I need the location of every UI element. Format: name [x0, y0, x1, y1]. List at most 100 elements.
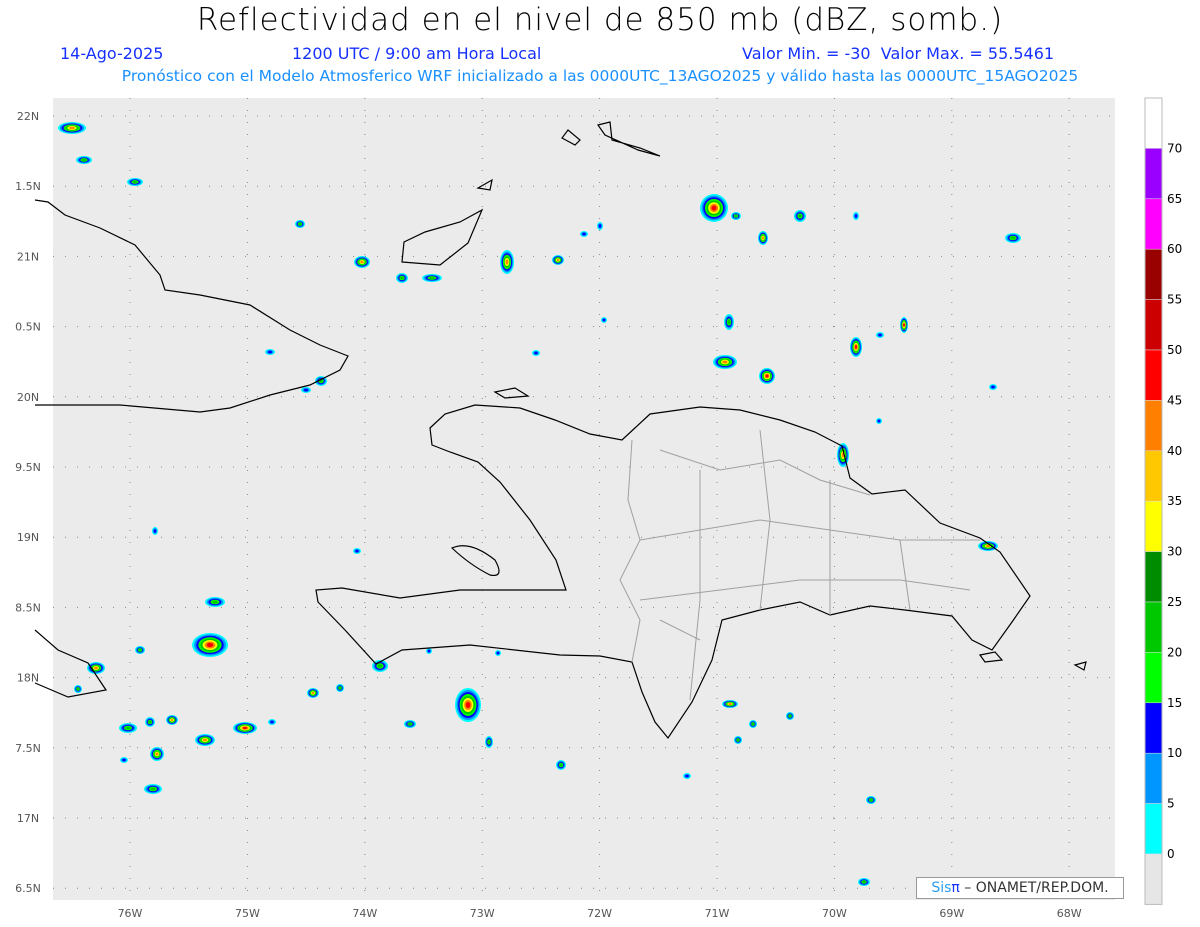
colorbar-label: 45: [1167, 393, 1182, 407]
colorbar-label: 5: [1167, 797, 1175, 811]
echo-cell: [408, 722, 412, 726]
colorbar-swatch: [1144, 652, 1163, 704]
echo-cell: [338, 686, 342, 690]
lon-label: 71W: [705, 907, 730, 920]
colorbar-label: 0: [1167, 847, 1175, 861]
lat-label: 21N: [17, 250, 39, 263]
lat-label: 9.5N: [15, 461, 41, 474]
echo-cell: [138, 648, 142, 652]
echo-cell: [728, 703, 732, 705]
colorbar-label: 55: [1167, 293, 1182, 307]
lon-label: 72W: [587, 907, 612, 920]
echo-cell: [711, 205, 717, 211]
echo-cell: [132, 180, 138, 184]
echo-cell: [150, 787, 156, 791]
lat-label: 22N: [17, 110, 39, 123]
echo-cell: [377, 664, 383, 668]
lon-label: 69W: [939, 907, 964, 920]
echo-cell: [206, 642, 214, 648]
echo-cell: [877, 419, 881, 423]
echo-cell: [303, 388, 309, 392]
echo-cell: [125, 726, 131, 730]
echo-cell: [736, 738, 740, 742]
colorbar-swatch: [1144, 500, 1163, 552]
echo-cell: [556, 259, 560, 261]
colorbar-label: 60: [1167, 242, 1182, 256]
echo-cell: [76, 687, 80, 691]
lat-label: 0.5N: [15, 321, 41, 334]
brand-pi: π: [951, 880, 960, 896]
colorbar-label: 15: [1167, 696, 1182, 710]
echo-cell: [400, 276, 404, 280]
lon-label: 70W: [822, 907, 847, 920]
echo-cell: [465, 702, 471, 708]
colorbar-swatch: [1144, 349, 1163, 401]
colorbar-swatch: [1144, 97, 1163, 149]
echo-cell: [155, 752, 159, 756]
echo-cell: [734, 214, 738, 218]
echo-cell: [148, 720, 152, 724]
echo-cell: [242, 726, 248, 730]
echo-cell: [991, 385, 995, 389]
echo-cell: [582, 232, 586, 236]
reflectivity-map: 76W 75W 74W 73W 72W 71W 70W 69W 68W 22N 1.5N 21N 0.5…: [15, 97, 1182, 920]
echo-cell: [505, 259, 509, 265]
echo-cell: [727, 319, 731, 325]
echo-cell: [496, 651, 500, 655]
credit-box: Sisπ – ONAMET/REP.DOM.: [916, 877, 1124, 899]
lon-label: 76W: [118, 907, 143, 920]
colorbar-swatch: [1144, 148, 1163, 200]
echo-cell: [598, 224, 602, 228]
echo-cell: [487, 740, 491, 744]
echo-cell: [534, 351, 538, 355]
echo-cell: [878, 333, 882, 337]
lat-label: 7.5N: [15, 742, 41, 755]
echo-cell: [360, 260, 364, 264]
colorbar-label: 70: [1167, 141, 1182, 155]
echo-cell: [203, 738, 207, 742]
colorbar-swatch: [1144, 198, 1163, 250]
echo-cell: [267, 350, 273, 354]
echo-cell: [722, 360, 728, 364]
echo-cell: [854, 214, 858, 218]
lat-label: 18N: [17, 672, 39, 685]
echo-cell: [685, 774, 689, 778]
brand-sis: Sis: [931, 880, 952, 896]
echo-cell: [854, 345, 858, 349]
colorbar-swatch: [1144, 450, 1163, 502]
echo-cell: [559, 763, 563, 767]
lat-label: 1.5N: [15, 180, 41, 193]
echo-cell: [788, 714, 792, 718]
echo-cell: [311, 692, 315, 694]
colorbar-swatch: [1144, 752, 1163, 804]
colorbar-label: 20: [1167, 645, 1182, 659]
colorbar-swatch: [1144, 803, 1163, 855]
colorbar-label: 65: [1167, 192, 1182, 206]
map-background: [53, 98, 1115, 900]
echo-cell: [751, 722, 755, 726]
lat-label: 19N: [17, 531, 39, 544]
echo-cell: [602, 318, 606, 322]
colorbar-label: 50: [1167, 343, 1182, 357]
colorbar-swatch: [1144, 702, 1163, 754]
colorbar-swatch: [1144, 248, 1163, 300]
echo-cell: [762, 236, 764, 240]
colorbar-swatch: [1144, 551, 1163, 603]
echo-cell: [94, 666, 98, 670]
echo-cell: [355, 549, 359, 553]
echo-cell: [903, 323, 905, 327]
colorbar-label: 25: [1167, 595, 1182, 609]
echo-cell: [869, 798, 873, 802]
echo-cell: [170, 719, 174, 721]
echo-cell: [765, 374, 769, 378]
lat-label: 17N: [17, 812, 39, 825]
colorbar-swatch: [1144, 400, 1163, 452]
colorbar-swatch: [1144, 853, 1163, 905]
colorbar: 7065605550454035302520151050: [1144, 97, 1182, 905]
colorbar-label: 30: [1167, 545, 1182, 559]
echo-cell: [1010, 236, 1016, 240]
lat-label: 8.5N: [15, 601, 41, 614]
lat-label: 6.5N: [15, 882, 41, 895]
colorbar-label: 10: [1167, 746, 1182, 760]
echo-cell: [153, 529, 157, 533]
